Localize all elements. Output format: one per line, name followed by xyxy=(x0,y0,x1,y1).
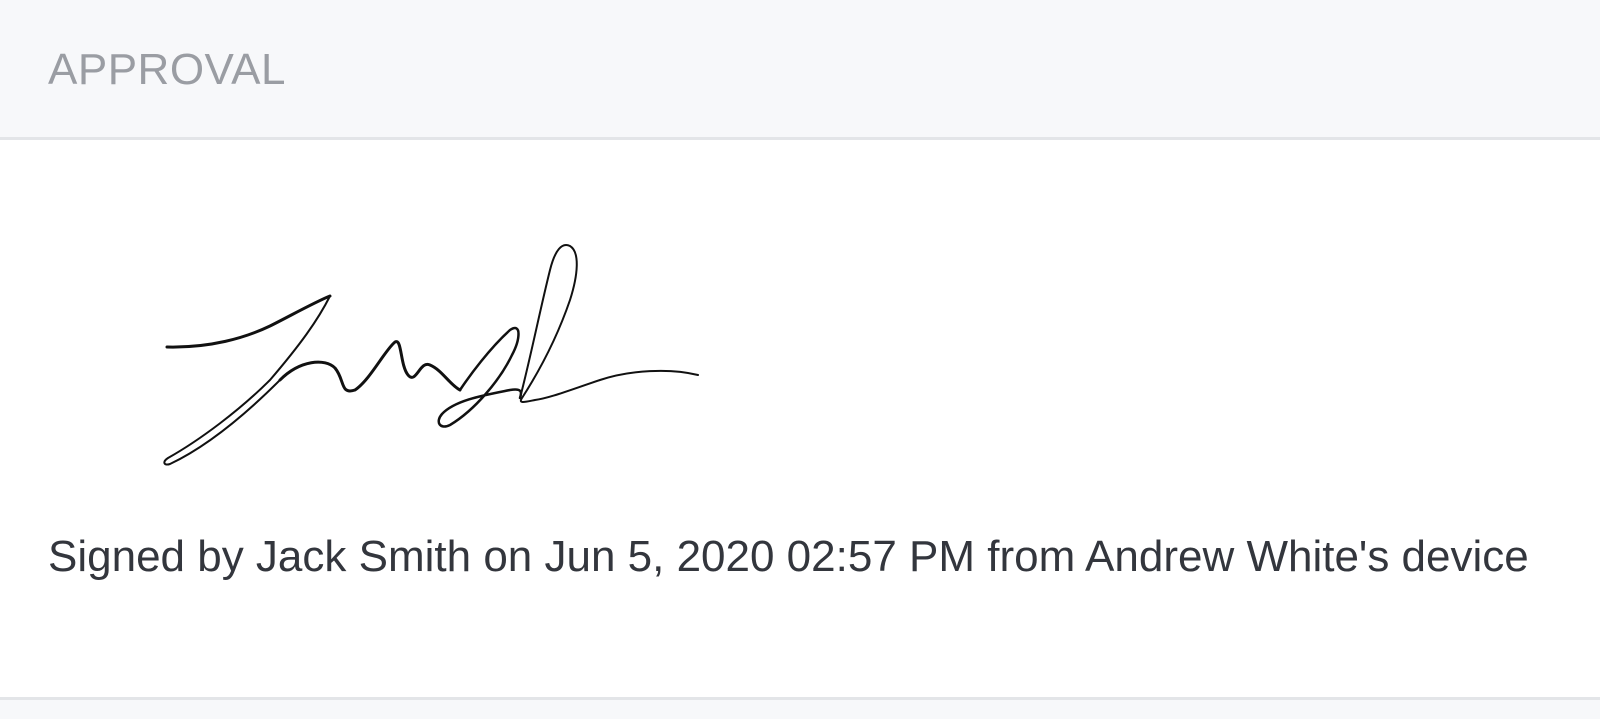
next-section-strip xyxy=(0,700,1600,719)
signed-by-text: Signed by Jack Smith on Jun 5, 2020 02:5… xyxy=(48,532,1529,581)
signature-image xyxy=(150,230,730,490)
section-title: APPROVAL xyxy=(48,45,286,94)
approval-page: APPROVAL Signed by Jack Smith on Jun 5, … xyxy=(0,0,1600,719)
section-header: APPROVAL xyxy=(0,0,1600,140)
